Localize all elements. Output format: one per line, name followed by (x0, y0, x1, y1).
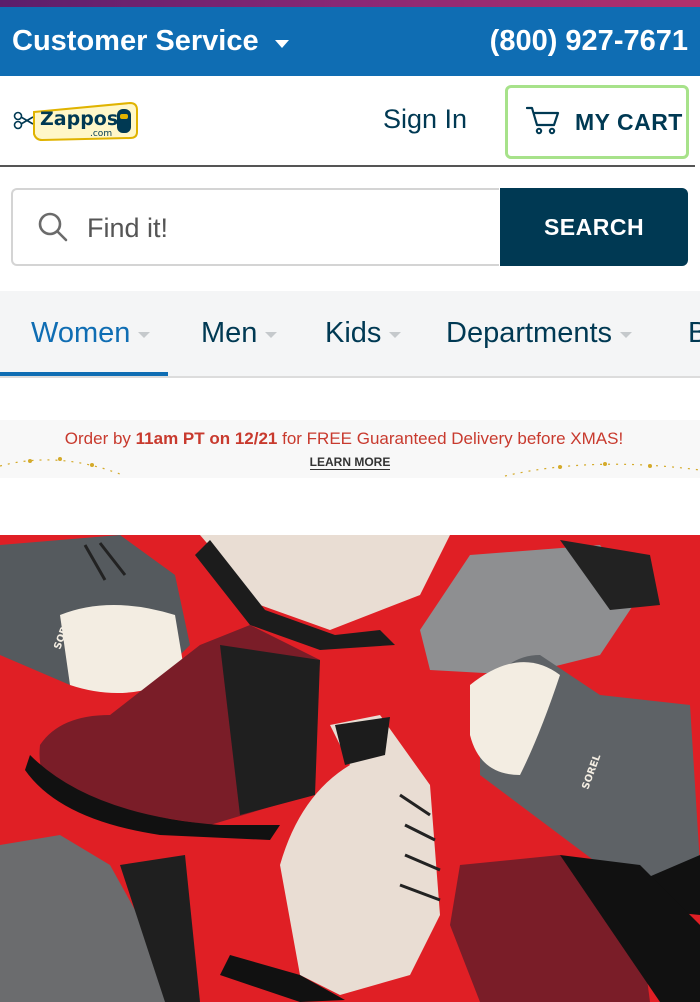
search-input[interactable]: Find it! (11, 188, 499, 266)
nav-item-label: Men (201, 317, 258, 349)
sign-in-link[interactable]: Sign In (383, 104, 467, 135)
customer-service-bar: Customer Service (800) 927-7671 (0, 7, 700, 76)
chevron-down-icon (265, 331, 278, 338)
nav-item-men[interactable]: Men (201, 317, 278, 350)
metallic-boot-shape (420, 540, 660, 675)
logo-domain: .com (90, 129, 112, 139)
nav-item-kids[interactable]: Kids (325, 317, 402, 350)
logo-wordmark: Zappos (40, 108, 118, 130)
shopping-cart-icon (525, 105, 560, 140)
header-divider (0, 165, 695, 167)
zappos-logo[interactable]: Zappos .com (12, 98, 140, 142)
learn-more-link[interactable]: LEARN MORE (0, 455, 700, 470)
promo-text: Order by 11am PT on 12/21 for FREE Guara… (64, 429, 624, 448)
grey-boot-shape (0, 535, 190, 693)
top-accent-stripe (0, 0, 700, 7)
scissors-icon (13, 111, 34, 130)
metallic-boot-shape-2 (0, 835, 200, 1002)
site-header: Zappos .com Sign In MY CART (0, 76, 700, 166)
nav-item-label: Kids (325, 317, 382, 349)
search-button[interactable]: SEARCH (500, 188, 688, 266)
nav-item-label: Departments (446, 317, 613, 349)
category-nav: Women Men Kids Departments Brands (0, 291, 700, 378)
chevron-down-icon (389, 331, 402, 338)
customer-service-label: Customer Service (12, 25, 259, 57)
cart-label: MY CART (575, 109, 683, 135)
nav-item-women[interactable]: Women (31, 317, 151, 350)
customer-service-menu[interactable]: Customer Service (12, 25, 289, 58)
search-placeholder: Find it! (87, 213, 169, 243)
boots-illustration: SOREL SOREL (0, 535, 700, 1002)
logo-shoe-icon (117, 109, 131, 133)
nav-item-label: Brands (688, 317, 700, 350)
hero-banner-image[interactable]: SOREL SOREL (0, 535, 700, 1002)
chevron-down-icon (620, 331, 633, 338)
phone-number-link[interactable]: (800) 927-7671 (490, 25, 688, 58)
nav-item-brands[interactable]: Brands (688, 317, 700, 350)
search-form: Find it! SEARCH (11, 188, 688, 266)
promo-banner[interactable]: Order by 11am PT on 12/21 for FREE Guara… (0, 420, 700, 478)
nav-item-departments[interactable]: Departments (446, 317, 633, 350)
search-icon (37, 211, 69, 248)
my-cart-button[interactable]: MY CART (505, 85, 689, 159)
chevron-down-icon (138, 331, 151, 338)
chevron-down-icon (274, 39, 289, 48)
nav-item-label: Women (31, 317, 131, 349)
active-tab-indicator (0, 372, 168, 376)
